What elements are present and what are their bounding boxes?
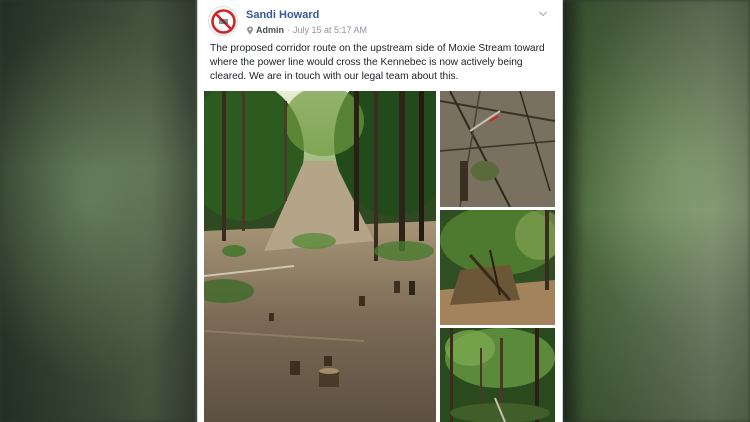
- post-timestamp-link[interactable]: July 15 at 5:17 AM: [293, 25, 367, 35]
- post-body-text: The proposed corridor route on the upstr…: [210, 43, 545, 82]
- post-meta: Admin · July 15 at 5:17 AM: [246, 25, 367, 35]
- post-photo-cut-branches[interactable]: [440, 91, 555, 207]
- author-name-link[interactable]: Sandi Howard: [246, 9, 319, 21]
- post-photo-forest[interactable]: [440, 328, 555, 422]
- pin-icon: [247, 26, 253, 34]
- post-photo-cleared-ground[interactable]: [440, 210, 555, 325]
- post-photo-corridor[interactable]: [204, 91, 436, 422]
- admin-label: Admin: [256, 25, 284, 35]
- author-avatar[interactable]: [208, 6, 238, 36]
- background-left-shade: [0, 0, 195, 422]
- chevron-down-icon[interactable]: [538, 10, 548, 18]
- background-right-shade: [565, 0, 750, 422]
- no-symbol-avatar-icon: [211, 9, 236, 34]
- facebook-post-card: Sandi Howard Admin · July 15 at 5:17 AM …: [197, 0, 563, 422]
- meta-separator: ·: [287, 25, 290, 35]
